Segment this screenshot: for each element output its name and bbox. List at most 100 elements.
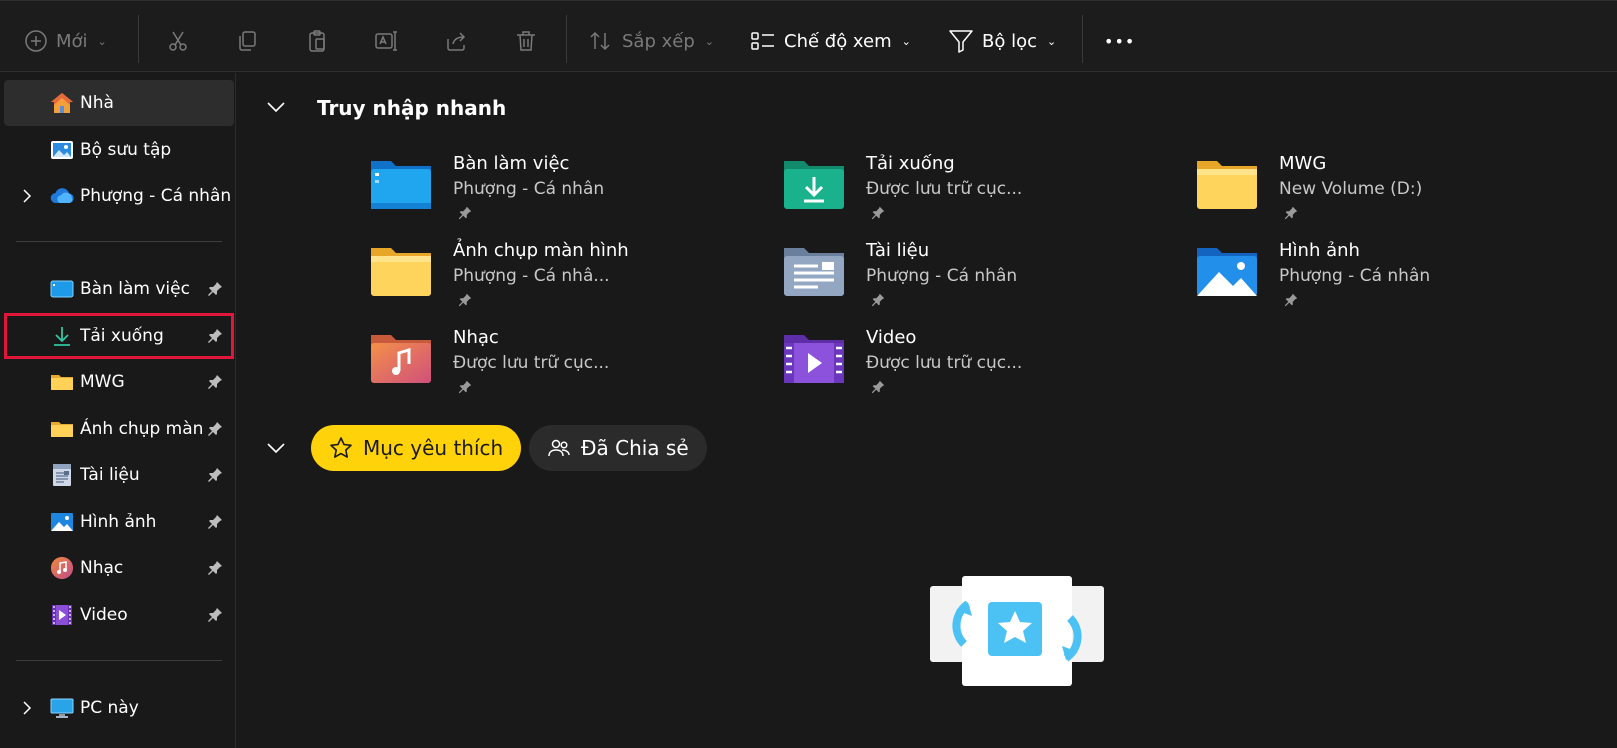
chevron-down-icon: ⌄ (901, 34, 911, 48)
chevron-down-icon[interactable] (265, 96, 287, 118)
tab-shared[interactable]: Đã Chia sẻ (529, 425, 707, 471)
pc-icon (50, 698, 74, 718)
sidebar-item-label: Tải xuống (80, 326, 164, 346)
sidebar-item-music[interactable]: Nhạc (4, 545, 234, 591)
quick-access-item-name: Nhạc (453, 327, 499, 348)
pin-icon[interactable] (206, 373, 224, 391)
rename-button[interactable] (374, 21, 398, 61)
content-pane: Truy nhập nhanh Bàn làm việc Phượng - Cá… (237, 73, 1617, 748)
cut-icon (169, 31, 187, 51)
documents-icon (53, 464, 71, 486)
quick-access-item-video[interactable]: Video Được lưu trữ cục... (782, 323, 1182, 403)
share-button[interactable] (444, 21, 468, 61)
view-button[interactable]: Chế độ xem ⌄ (750, 21, 911, 61)
pin-icon (458, 206, 472, 220)
pictures-icon (51, 513, 73, 531)
quick-access-item-screenshots[interactable]: Ảnh chụp màn hình Phượng - Cá nhâ... (369, 236, 769, 316)
sort-button[interactable]: Sắp xếp ⌄ (588, 21, 714, 61)
sort-icon (590, 31, 610, 51)
quick-access-item-location: Phượng - Cá nhân (453, 179, 605, 199)
onedrive-cloud-icon (50, 188, 74, 204)
chevron-down-icon[interactable] (265, 437, 287, 459)
copy-icon (239, 31, 256, 51)
folder-icon (51, 422, 73, 437)
sidebar-item-label: MWG (80, 372, 125, 392)
sidebar-item-documents[interactable]: Tài liệu (4, 452, 234, 498)
sidebar-item-label: Tài liệu (80, 465, 140, 485)
quick-access-item-location: Được lưu trữ cục... (453, 353, 610, 373)
quick-access-item-documents[interactable]: Tài liệu Phượng - Cá nhân (782, 236, 1182, 316)
chevron-right-icon[interactable] (20, 187, 34, 205)
pin-icon[interactable] (206, 559, 224, 577)
quick-access-item-name: Video (866, 327, 917, 348)
sidebar-item-label: Phượng - Cá nhân (80, 186, 230, 206)
quick-access-item-location: Phượng - Cá nhân (866, 266, 1018, 286)
cut-button[interactable] (166, 21, 190, 61)
sidebar-item-label: Hình ảnh (80, 512, 157, 532)
quick-access-item-desktop[interactable]: Bàn làm việc Phượng - Cá nhân (369, 149, 769, 229)
video-icon (52, 605, 72, 625)
quick-access-item-music[interactable]: Nhạc Được lưu trữ cục... (369, 323, 769, 403)
pin-icon[interactable] (206, 513, 224, 531)
sort-label: Sắp xếp (622, 30, 695, 52)
sidebar-item-mwg[interactable]: MWG (4, 359, 234, 405)
pin-icon[interactable] (206, 420, 224, 438)
more-options-button[interactable]: ••• (1104, 21, 1135, 61)
pin-icon (1284, 293, 1298, 307)
chevron-right-icon[interactable] (20, 699, 34, 717)
sidebar-divider (16, 241, 222, 242)
copy-button[interactable] (235, 21, 259, 61)
quick-access-item-pictures[interactable]: Hình ảnh Phượng - Cá nhân (1195, 236, 1595, 316)
quick-access-item-name: Ảnh chụp màn hình (453, 240, 629, 261)
yellow-folder-icon (1197, 161, 1257, 209)
sidebar-item-label: Bộ sưu tập (80, 140, 172, 160)
desktop-icon (50, 280, 74, 298)
pin-icon (458, 380, 472, 394)
sidebar-item-home[interactable]: Nhà (4, 80, 234, 126)
delete-icon (517, 31, 535, 51)
music-folder-icon (371, 335, 431, 383)
delete-button[interactable] (514, 21, 538, 61)
filter-icon (949, 30, 973, 53)
quick-access-item-downloads[interactable]: Tải xuống Được lưu trữ cục... (782, 149, 1182, 229)
pictures-folder-icon (1197, 248, 1257, 296)
sidebar-item-video[interactable]: Video (4, 592, 234, 638)
sidebar-item-this-pc[interactable]: PC này (4, 685, 234, 731)
more-icon: ••• (1104, 31, 1136, 51)
filter-button[interactable]: Bộ lọc ⌄ (948, 21, 1056, 61)
view-label: Chế độ xem (784, 30, 892, 52)
new-button[interactable]: Mới ⌄ (24, 21, 107, 61)
quick-access-item-mwg[interactable]: MWG New Volume (D:) (1195, 149, 1595, 229)
download-icon (54, 327, 70, 346)
paste-button[interactable] (305, 21, 329, 61)
sidebar-item-screenshots[interactable]: Ảnh chụp màn hình (4, 406, 234, 452)
documents-folder-icon (784, 248, 844, 296)
yellow-folder-icon (371, 248, 431, 296)
toolbar-separator (1082, 15, 1083, 63)
sidebar-divider (16, 660, 222, 661)
command-bar: Mới ⌄ Sắp xếp ⌄ Chế độ xem ⌄ Bộ lọc ⌄ ••… (0, 0, 1617, 72)
pin-icon (871, 293, 885, 307)
sidebar-item-pictures[interactable]: Hình ảnh (4, 499, 234, 545)
sidebar-item-label: Bàn làm việc (80, 279, 190, 299)
downloads-folder-icon (784, 161, 844, 209)
sidebar-item-gallery[interactable]: Bộ sưu tập (4, 127, 234, 173)
sidebar-item-label: PC này (80, 698, 139, 718)
sidebar-item-onedrive[interactable]: Phượng - Cá nhân (4, 173, 234, 219)
sidebar-item-downloads[interactable]: Tải xuống (4, 313, 234, 359)
navigation-pane: Nhà Bộ sưu tập Phượng - Cá nhân Bàn làm … (0, 73, 236, 748)
chevron-down-icon: ⌄ (97, 34, 107, 48)
sidebar-item-desktop[interactable]: Bàn làm việc (4, 266, 234, 312)
quick-access-item-location: Phượng - Cá nhân (1279, 266, 1431, 286)
pin-icon[interactable] (206, 606, 224, 624)
quick-access-item-location: Được lưu trữ cục... (866, 353, 1023, 373)
pin-icon[interactable] (206, 280, 224, 298)
gallery-icon (51, 141, 73, 159)
pin-icon[interactable] (206, 327, 224, 345)
home-icon (51, 93, 73, 113)
pin-icon[interactable] (206, 466, 224, 484)
chevron-down-icon: ⌄ (704, 34, 714, 48)
video-folder-icon (784, 335, 844, 383)
tab-favorites[interactable]: Mục yêu thích (311, 425, 522, 471)
pin-icon (458, 293, 472, 307)
